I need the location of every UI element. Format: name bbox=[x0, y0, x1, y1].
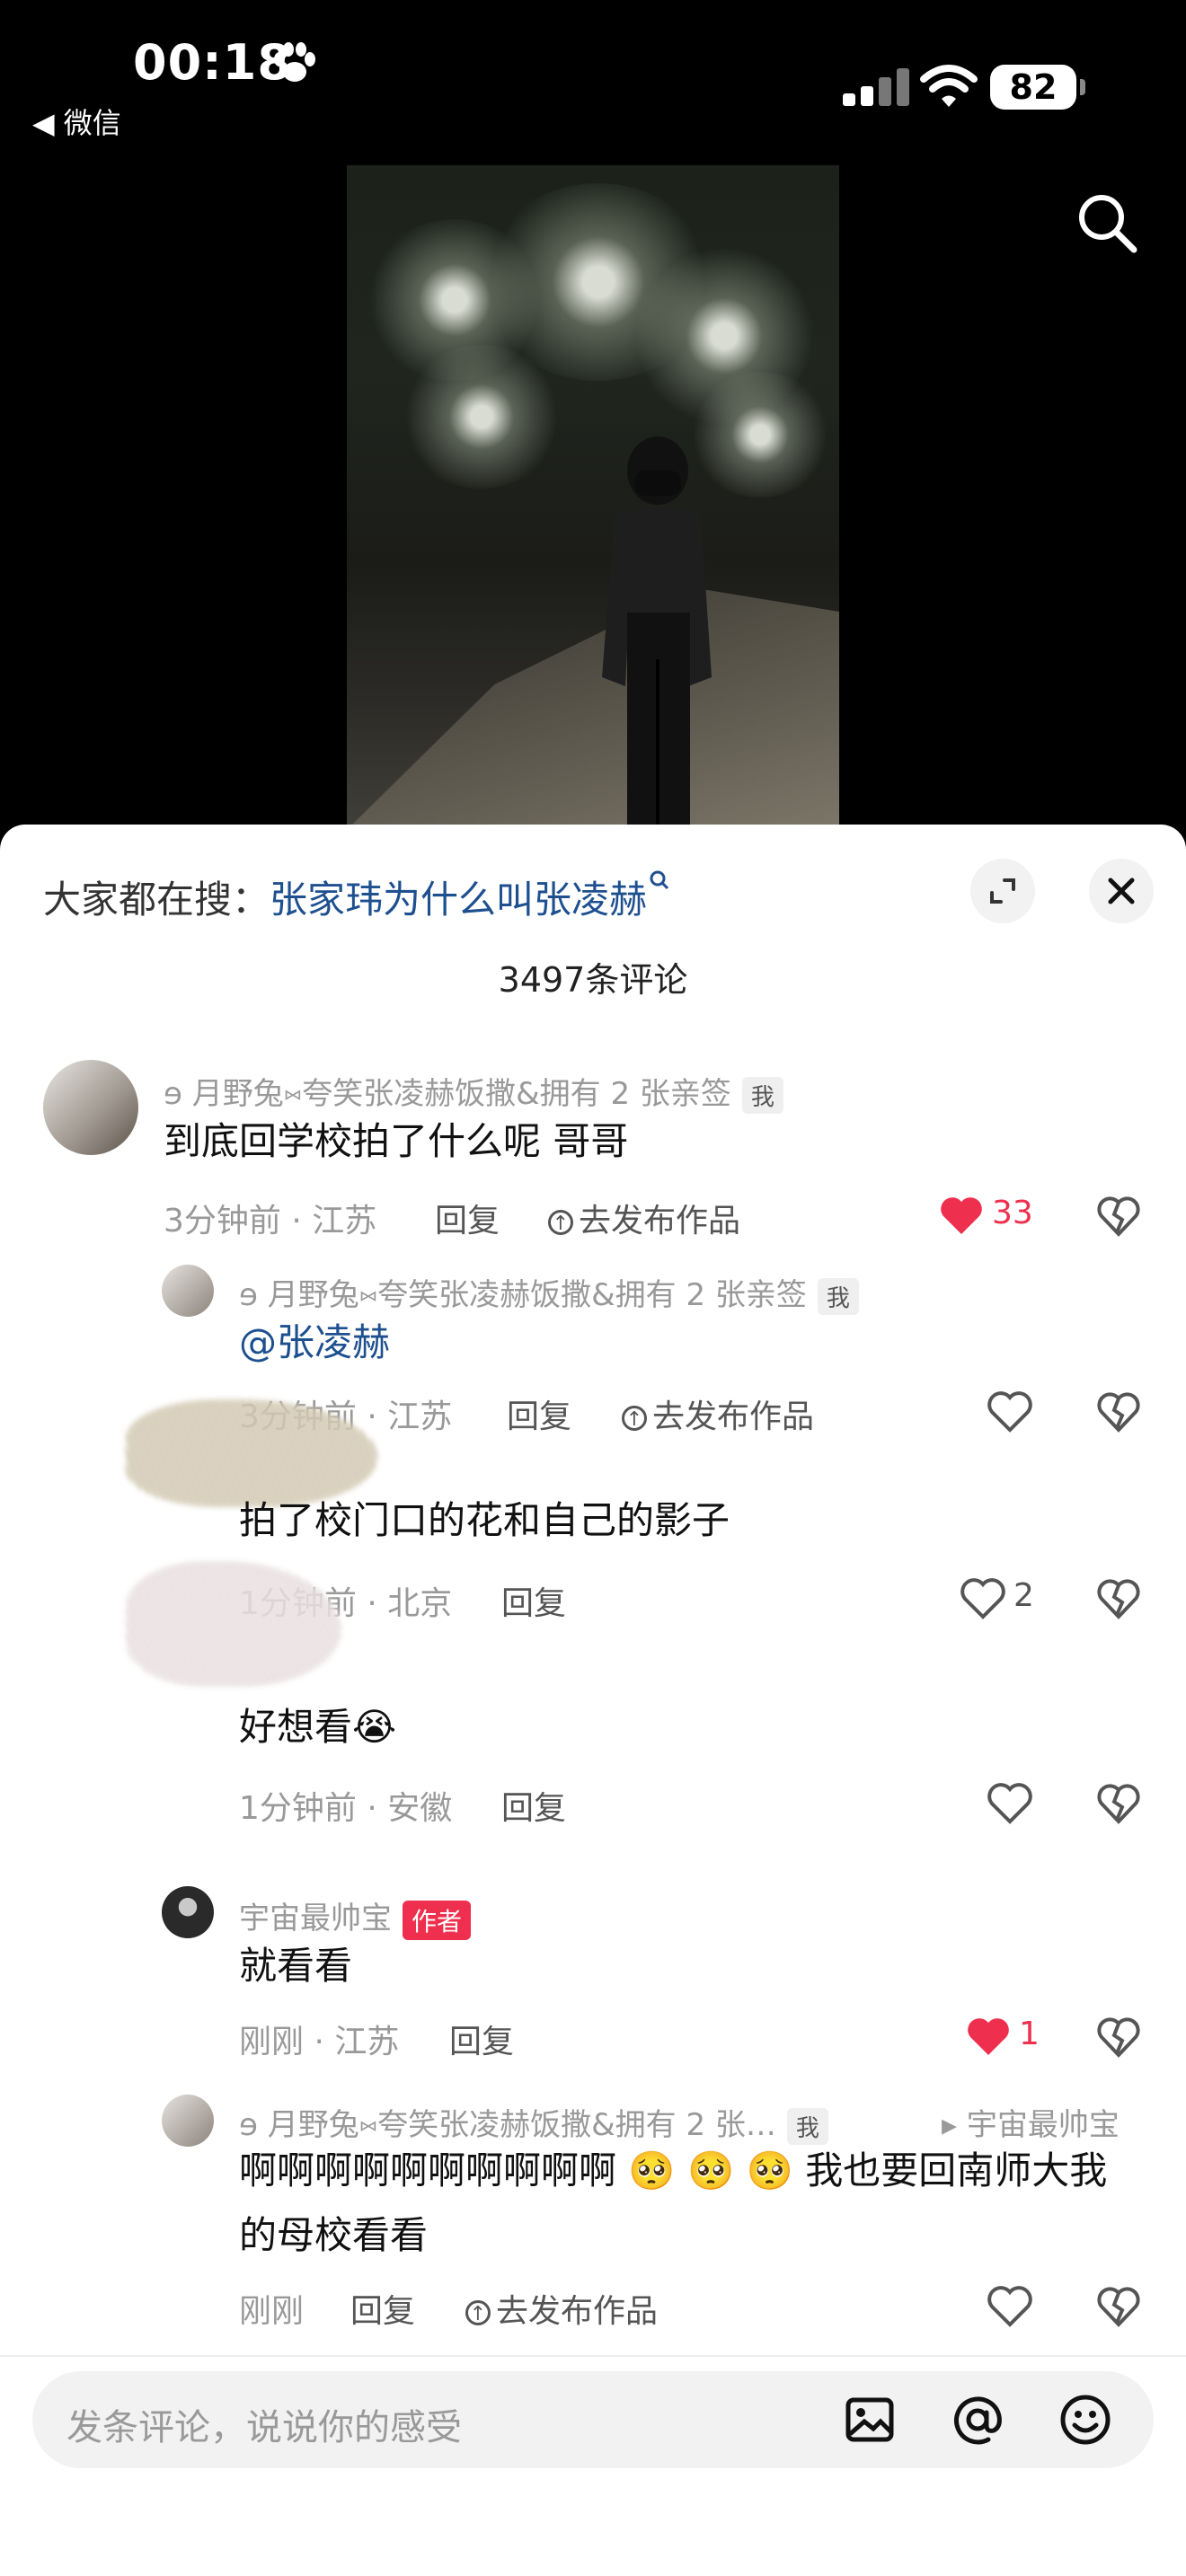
upload-icon: ↑ bbox=[622, 1406, 647, 1431]
comment-username[interactable]: ɘ 月野兔⑅夸笑张凌赫饭撒&拥有 2 张… 我 bbox=[239, 2100, 828, 2145]
heart-icon[interactable] bbox=[938, 1195, 985, 1238]
heart-icon[interactable] bbox=[960, 1577, 1006, 1620]
reply-button[interactable]: 回复 bbox=[350, 2285, 415, 2332]
comment-item: ɘ 月野兔⑅夸笑张凌赫饭撒&拥有 2 张亲签我 到底回学校拍了什么呢 哥哥 3分… bbox=[0, 1060, 1186, 1239]
comment-text: 好想看😭 bbox=[239, 1705, 397, 1749]
comment-input-bar[interactable]: 发条评论，说说你的感受 bbox=[32, 2371, 1154, 2468]
back-to-wechat[interactable]: ◀ 微信 bbox=[32, 101, 121, 142]
video-frame[interactable] bbox=[347, 165, 839, 830]
comment-username[interactable]: 宇宙最帅宝 作者 bbox=[239, 1893, 472, 1940]
upload-icon: ↑ bbox=[465, 2300, 491, 2325]
broken-heart-icon[interactable] bbox=[1096, 2285, 1141, 2328]
small-search-icon bbox=[650, 870, 669, 890]
reply-item: ɘ 月野兔⑅夸笑张凌赫饭撒&拥有 2 张亲签我 @张凌赫 3分钟前 · 江苏 回… bbox=[0, 1265, 1186, 1435]
reply-button[interactable]: 回复 bbox=[507, 1390, 571, 1437]
hot-search-query[interactable]: 张家玮为什么叫张凌赫 bbox=[270, 878, 647, 922]
image-icon[interactable] bbox=[841, 2391, 898, 2448]
close-button[interactable] bbox=[1089, 859, 1154, 923]
status-time: 00:18 bbox=[133, 34, 292, 91]
comment-count: 3497条评论 bbox=[498, 960, 688, 1000]
close-icon bbox=[1108, 878, 1135, 904]
comment-username[interactable]: ɘ 月野兔⑅夸笑张凌赫饭撒&拥有 2 张亲签我 bbox=[239, 1270, 859, 1315]
signal-icon bbox=[843, 68, 909, 106]
avatar[interactable] bbox=[162, 2095, 214, 2147]
comment-meta: 刚刚 · 江苏 bbox=[239, 2024, 400, 2060]
me-badge: 我 bbox=[817, 1278, 859, 1315]
avatar[interactable] bbox=[43, 1060, 138, 1155]
comment-meta: 1分钟前 · 安徽 bbox=[239, 1790, 453, 1827]
avatar[interactable] bbox=[162, 1886, 214, 1938]
publish-work-button[interactable]: ↑ 去发布作品 bbox=[465, 2285, 658, 2332]
avatar[interactable] bbox=[162, 1265, 214, 1317]
like-count: 33 bbox=[992, 1195, 1033, 1231]
wifi-icon bbox=[920, 65, 978, 107]
comment-text: 到底回学校拍了什么呢 哥哥 bbox=[164, 1119, 629, 1163]
reply-item: ɘ 月野兔⑅夸笑张凌赫饭撒&拥有 2 张… 我 ▸ 宇宙最帅宝 啊啊啊啊啊啊啊啊啊… bbox=[0, 2095, 1186, 2330]
search-icon[interactable] bbox=[1075, 190, 1139, 255]
expand-button[interactable] bbox=[970, 859, 1035, 923]
broken-heart-icon[interactable] bbox=[1096, 1390, 1141, 1434]
divider bbox=[0, 2355, 1186, 2357]
status-bar: 00:18 ◀ 微信 82 bbox=[0, 0, 1186, 162]
comment-text: 就看看 bbox=[239, 1944, 353, 1988]
comment-meta: 刚刚 bbox=[239, 2293, 305, 2330]
reply-button[interactable]: 回复 bbox=[501, 1782, 566, 1829]
publish-work-button[interactable]: ↑ 去发布作品 bbox=[622, 1390, 814, 1437]
heart-icon[interactable] bbox=[965, 2016, 1012, 2059]
comment-text: @张凌赫 bbox=[239, 1311, 390, 1374]
reply-button[interactable]: 回复 bbox=[449, 2016, 514, 2062]
like-count: 1 bbox=[1019, 2016, 1040, 2052]
expand-icon bbox=[990, 878, 1015, 904]
like-count: 2 bbox=[1013, 1577, 1034, 1614]
comment-text-line-2: 的母校看看 bbox=[239, 2213, 429, 2257]
me-badge: 我 bbox=[741, 1077, 783, 1114]
publish-work-button[interactable]: ↑ 去发布作品 bbox=[548, 1195, 740, 1241]
paw-icon bbox=[274, 42, 315, 82]
comment-input-placeholder[interactable]: 发条评论，说说你的感受 bbox=[66, 2398, 462, 2450]
reply-button[interactable]: 回复 bbox=[435, 1195, 500, 1241]
reply-item: 宇宙最帅宝 作者 就看看 刚刚 · 江苏 回复 1 bbox=[0, 1886, 1186, 2060]
reply-item: 好想看😭 1分钟前 · 安徽 回复 bbox=[0, 1561, 1186, 1827]
hot-search-bar[interactable]: 大家都在搜：张家玮为什么叫张凌赫 bbox=[43, 869, 670, 924]
heart-icon[interactable] bbox=[987, 1390, 1033, 1434]
mention-link[interactable]: @张凌赫 bbox=[239, 1320, 390, 1364]
comment-meta: 3分钟前 · 江苏 bbox=[164, 1203, 377, 1239]
person-figure bbox=[602, 437, 712, 828]
emoji-icon[interactable] bbox=[1057, 2391, 1114, 2448]
upload-icon: ↑ bbox=[548, 1210, 573, 1235]
broken-heart-icon[interactable] bbox=[1096, 1782, 1141, 1825]
comment-panel: 大家都在搜：张家玮为什么叫张凌赫 3497条评论 ɘ 月野兔⑅夸笑张凌赫饭撒&拥… bbox=[0, 825, 1186, 2576]
heart-icon[interactable] bbox=[987, 1782, 1033, 1825]
comment-text-line-1: 啊啊啊啊啊啊啊啊啊啊 🥺 🥺 🥺 我也要回南师大我 bbox=[239, 2148, 1108, 2192]
reply-to-user[interactable]: ▸ 宇宙最帅宝 bbox=[942, 2100, 1120, 2144]
comment-text: 拍了校门口的花和自己的影子 bbox=[239, 1498, 730, 1542]
hot-search-prefix: 大家都在搜： bbox=[43, 878, 270, 922]
heart-icon[interactable] bbox=[987, 2285, 1033, 2328]
battery-indicator: 82 bbox=[990, 65, 1085, 110]
broken-heart-icon[interactable] bbox=[1096, 1577, 1141, 1620]
author-badge: 作者 bbox=[403, 1900, 472, 1940]
comment-username[interactable]: ɘ 月野兔⑅夸笑张凌赫饭撒&拥有 2 张亲签我 bbox=[164, 1069, 783, 1114]
reply-button[interactable]: 回复 bbox=[501, 1577, 566, 1624]
at-icon[interactable] bbox=[949, 2391, 1006, 2448]
broken-heart-icon[interactable] bbox=[1096, 1195, 1141, 1238]
broken-heart-icon[interactable] bbox=[1096, 2016, 1141, 2059]
